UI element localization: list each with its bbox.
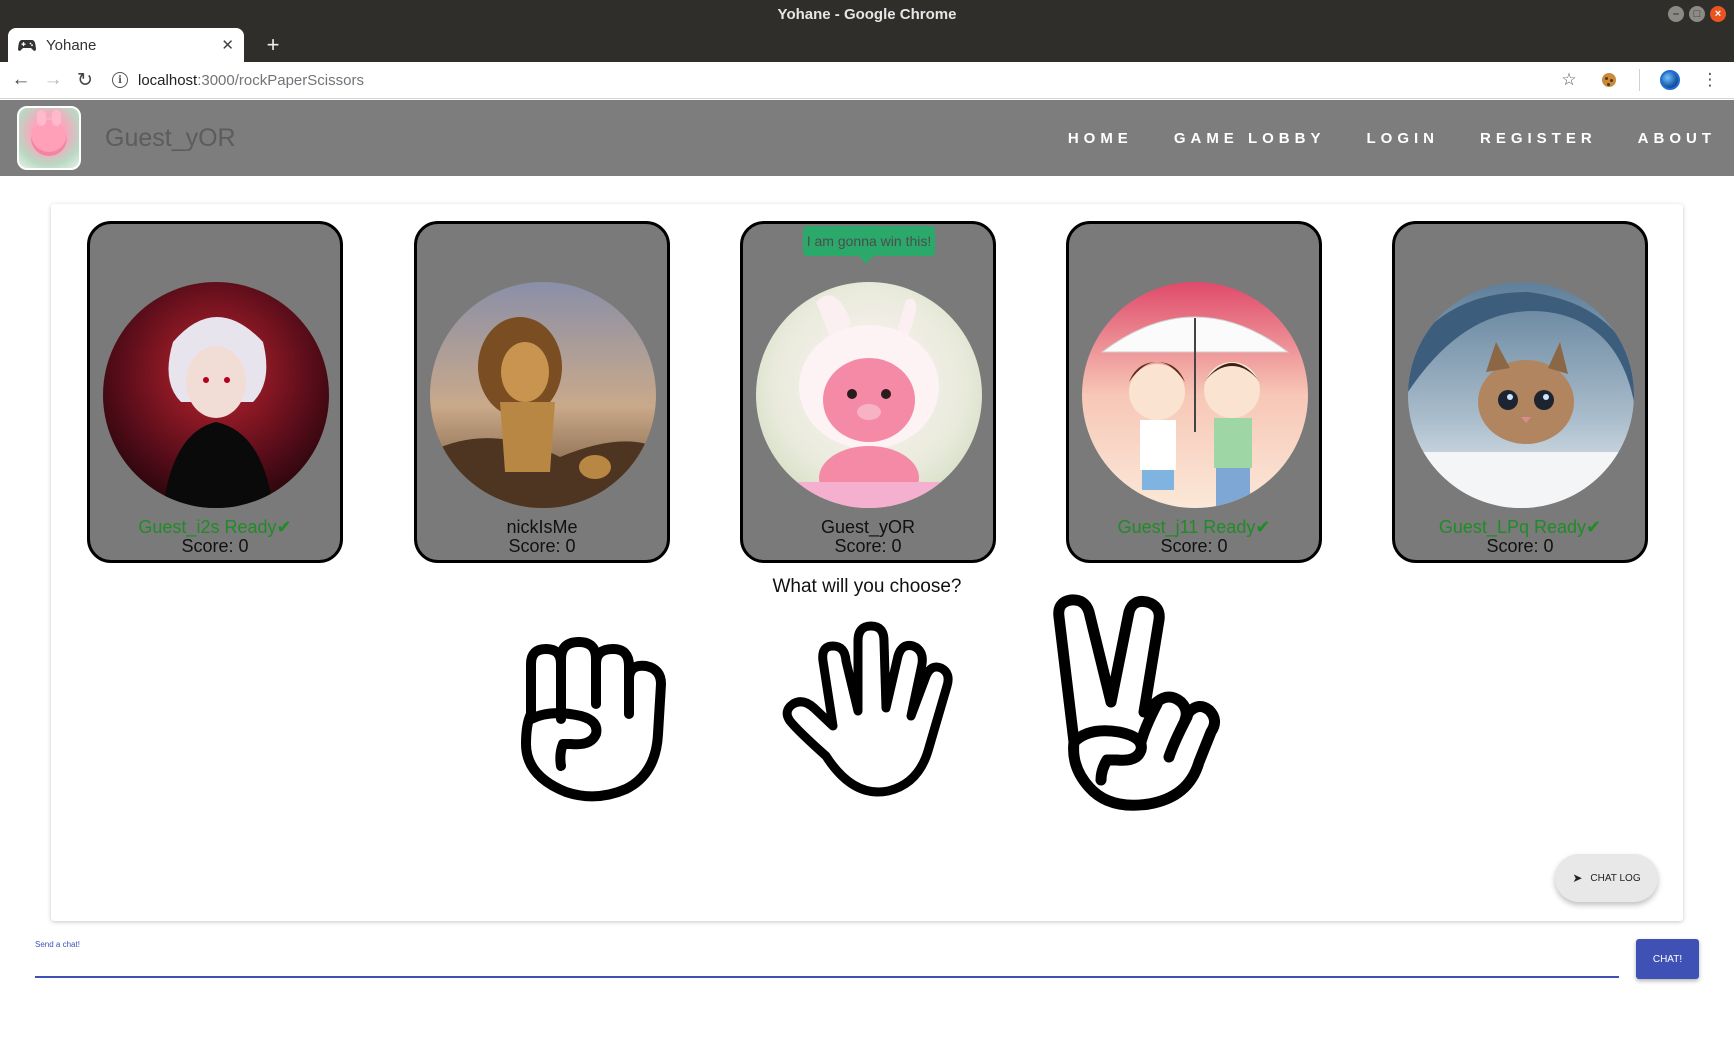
back-icon[interactable]: ←	[10, 69, 32, 91]
gamepad-icon	[18, 36, 36, 54]
rock-icon[interactable]	[501, 624, 681, 809]
player-card: Guest_LPq Ready✔ Score: 0	[1392, 221, 1648, 563]
window-controls: – □ ×	[1668, 6, 1726, 22]
pink-bunny-avatar	[756, 282, 982, 508]
player-card: Guest_i2s Ready✔ Score: 0	[87, 221, 343, 563]
chat-bubble: I am gonna win this!	[803, 226, 935, 264]
chat-log-button[interactable]: ➤ CHAT LOG	[1555, 854, 1658, 902]
info-icon[interactable]: i	[112, 72, 128, 88]
app-navbar: Guest_yOR HOME GAME LOBBY LOGIN REGISTER…	[0, 100, 1734, 176]
forward-icon[interactable]: →	[42, 69, 64, 91]
chat-log-label: CHAT LOG	[1590, 872, 1641, 884]
anime-character-avatar	[103, 282, 329, 508]
user-avatar-logo[interactable]	[17, 106, 81, 170]
couple-umbrella-avatar	[1082, 282, 1308, 508]
nav-link-login[interactable]: LOGIN	[1325, 130, 1439, 147]
profile-avatar-icon[interactable]	[1660, 70, 1680, 90]
player-card: I am gonna win this! Guest_yOR Score: 0	[740, 221, 996, 563]
player-card: nickIsMe Score: 0	[414, 221, 670, 563]
tab-title: Yohane	[46, 36, 97, 54]
cookie-extension-icon[interactable]	[1599, 70, 1619, 90]
player-score: Score: 0	[508, 536, 576, 556]
player-name: Guest_j11 Ready✔	[1117, 517, 1271, 537]
reload-icon[interactable]: ↻	[74, 69, 96, 91]
browser-tab-active[interactable]: Yohane ✕	[8, 28, 244, 62]
player-card: Guest_j11 Ready✔ Score: 0	[1066, 221, 1322, 563]
player-name: Guest_yOR	[820, 517, 916, 537]
window-titlebar: Yohane - Google Chrome – □ ×	[0, 0, 1734, 28]
tab-strip: Yohane ✕ +	[0, 28, 1734, 62]
browser-toolbar: ← → ↻ i localhost:3000/rockPaperScissors…	[0, 62, 1734, 99]
nav-link-game-lobby[interactable]: GAME LOBBY	[1133, 130, 1326, 147]
player-name: nickIsMe	[506, 517, 578, 537]
player-name: Guest_i2s Ready✔	[138, 517, 292, 537]
player-score: Score: 0	[1486, 536, 1554, 556]
url-host: localhost	[138, 71, 198, 89]
chat-send-button[interactable]: CHAT!	[1636, 939, 1699, 979]
player-name: Guest_LPq Ready✔	[1438, 517, 1602, 537]
bookmark-star-icon[interactable]: ☆	[1559, 70, 1579, 90]
lion-avatar	[430, 282, 656, 508]
player-score: Score: 0	[834, 536, 902, 556]
nav-link-register[interactable]: REGISTER	[1439, 130, 1597, 147]
url-path: :3000/rockPaperScissors	[197, 71, 364, 89]
menu-kebab-icon[interactable]: ⋮	[1700, 70, 1720, 90]
player-score: Score: 0	[181, 536, 249, 556]
nav-link-home[interactable]: HOME	[1027, 130, 1133, 147]
kitten-avatar	[1408, 282, 1634, 508]
minimize-icon[interactable]: –	[1668, 6, 1684, 22]
navigation-arrow-icon: ➤	[1572, 871, 1583, 885]
address-bar[interactable]: i localhost:3000/rockPaperScissors	[112, 72, 1559, 89]
tab-close-icon[interactable]: ✕	[221, 36, 234, 54]
player-score: Score: 0	[1160, 536, 1228, 556]
chat-input[interactable]	[35, 952, 1619, 978]
nav-links: HOME GAME LOBBY LOGIN REGISTER ABOUT	[1027, 130, 1716, 147]
paper-icon[interactable]	[778, 616, 958, 811]
new-tab-icon[interactable]: +	[260, 32, 286, 58]
nav-link-about[interactable]: ABOUT	[1597, 130, 1716, 147]
chat-input-label: Send a chat!	[35, 940, 80, 949]
close-window-icon[interactable]: ×	[1710, 6, 1726, 22]
toolbar-divider	[1639, 69, 1640, 91]
maximize-icon[interactable]: □	[1689, 6, 1705, 22]
window-title: Yohane - Google Chrome	[777, 5, 957, 23]
choice-prompt: What will you choose?	[772, 576, 962, 597]
scissors-icon[interactable]	[1049, 592, 1229, 827]
game-panel: Guest_i2s Ready✔ Score: 0 nickIsMe Score…	[51, 204, 1683, 921]
nav-username: Guest_yOR	[105, 123, 236, 152]
